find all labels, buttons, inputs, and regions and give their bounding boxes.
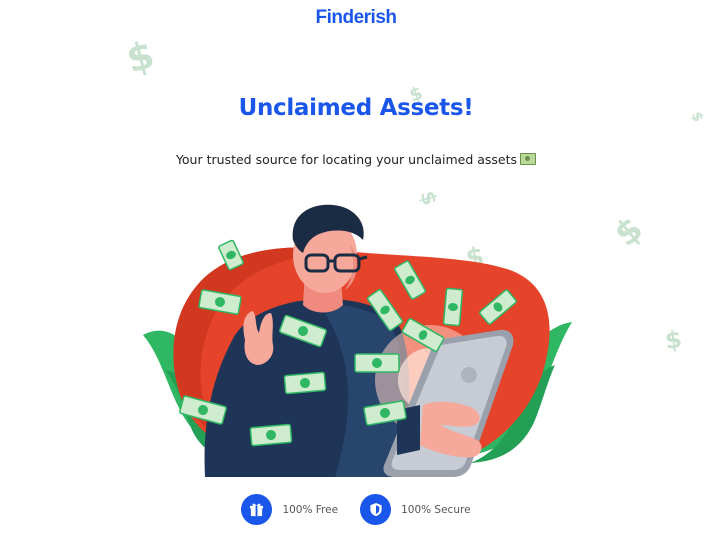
brand-logo-link[interactable]: Finderish [0,7,712,29]
shield-icon [360,494,392,525]
page-subtitle: Your trusted source for locating your un… [0,152,712,167]
dollar-sign-icon: $ [606,209,651,255]
feature-secure: 100% Secure [360,494,471,525]
feature-label: 100% Free [282,503,339,516]
gift-icon [241,494,273,525]
money-bill-icon [520,153,537,165]
dollar-sign-icon: $ [663,324,684,356]
hero-illustration [143,204,572,477]
dollar-sign-icon: $ [121,32,159,82]
page-title: Unclaimed Assets! [238,95,474,121]
feature-label: 100% Secure [401,503,471,516]
feature-free: 100% Free [241,494,338,525]
feature-badges: 100% Free 100% Secure [0,494,712,525]
